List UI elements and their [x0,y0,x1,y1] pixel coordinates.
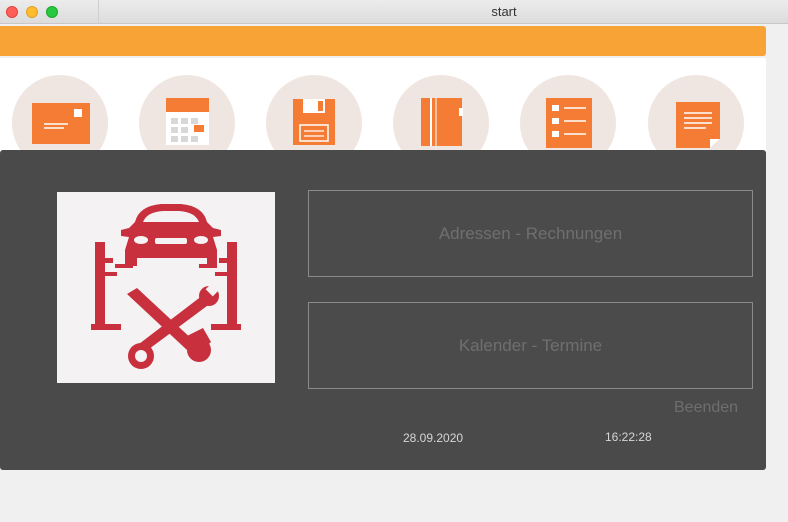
app-window: start Adressen - Rechnungen Kalender - T… [0,0,788,522]
main-menu-panel: Adressen - Rechnungen Kalender - Termine… [0,150,766,470]
icon-toolbar [0,58,766,171]
orange-header-bar [0,26,766,56]
calendar-appointments-button[interactable]: Kalender - Termine [308,302,753,389]
current-date: 28.09.2020 [403,431,464,445]
quit-button[interactable]: Beenden [674,399,738,417]
title-bar: start [0,0,788,24]
app-logo [57,192,275,383]
addresses-invoices-button[interactable]: Adressen - Rechnungen [308,190,753,277]
car-lift-repair-icon [91,204,241,369]
window-title: start [491,4,517,19]
current-time: 16:22:28 [605,430,652,444]
